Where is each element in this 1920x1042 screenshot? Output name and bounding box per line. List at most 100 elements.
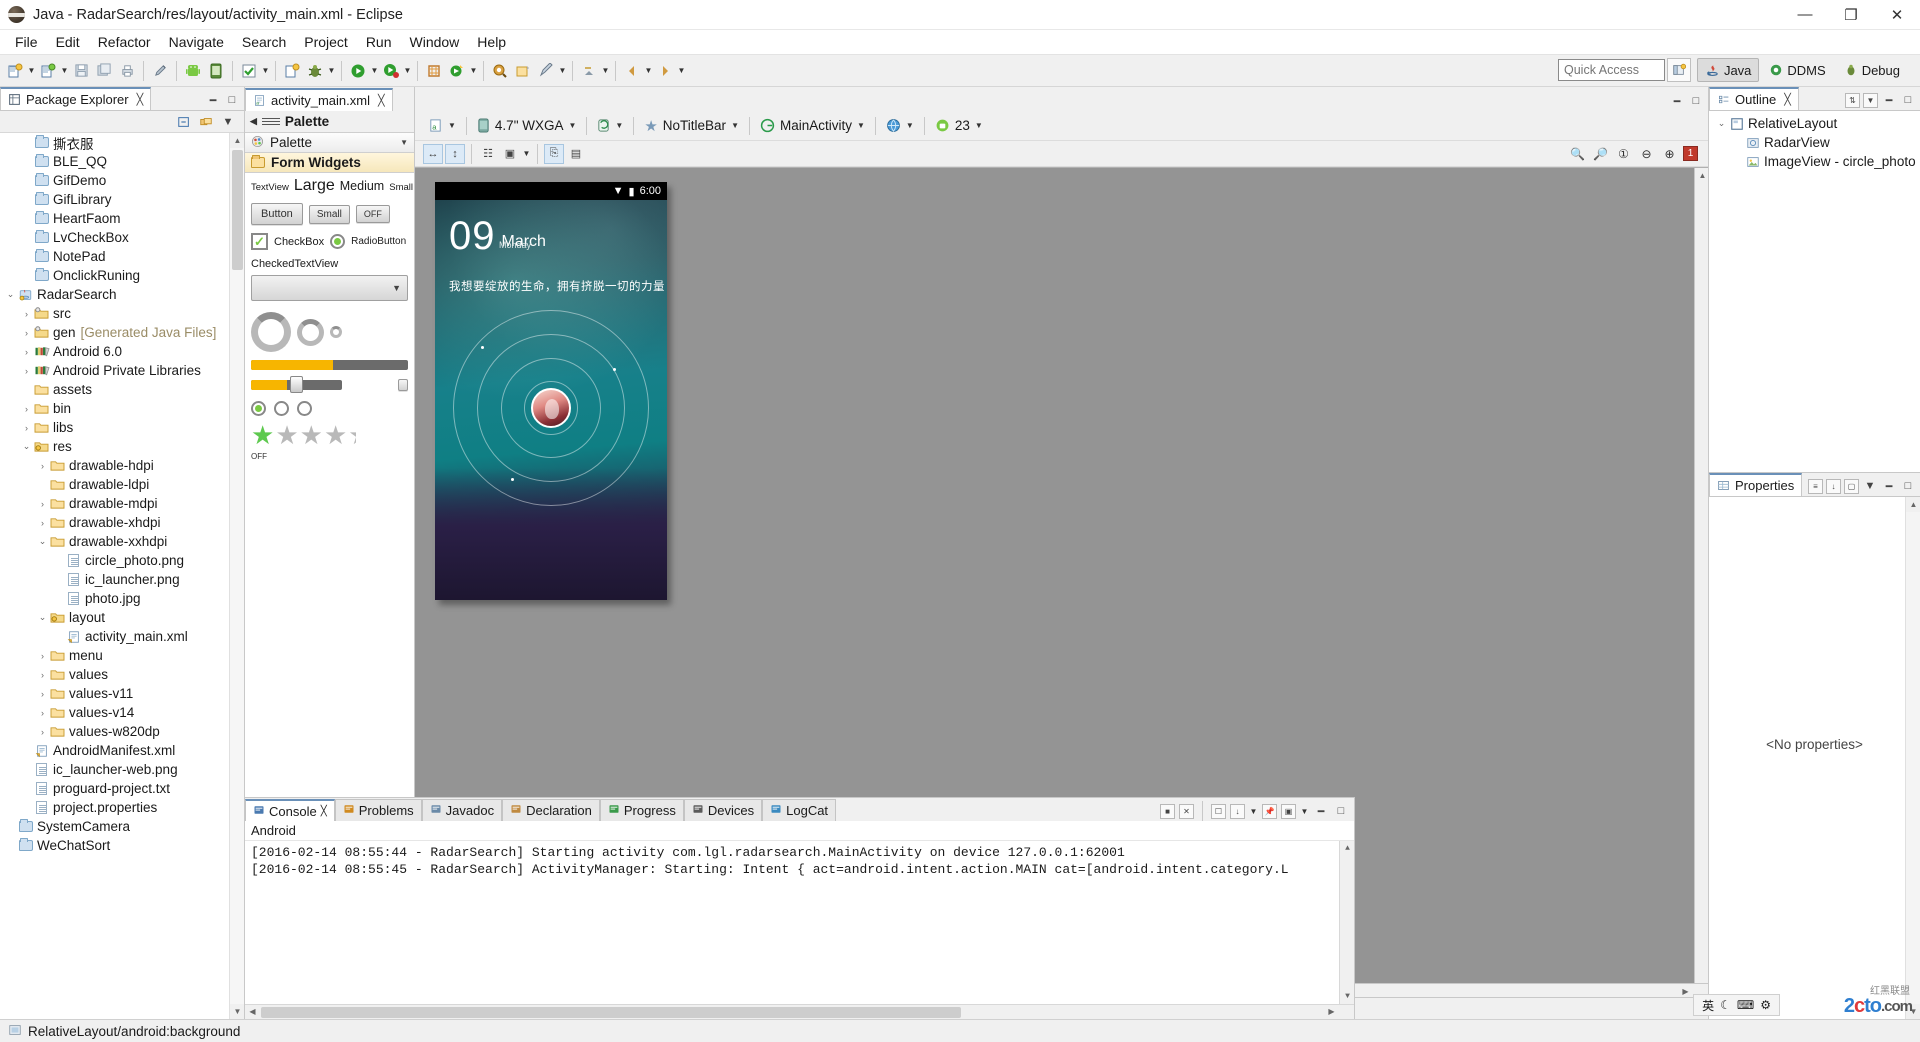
sort-icon[interactable]: ⇅ — [1845, 93, 1860, 108]
chevron-down-icon[interactable]: ▼ — [975, 121, 983, 130]
zoom-reduce-icon[interactable]: ⊖ — [1637, 144, 1656, 163]
view-menu-icon[interactable]: ▼ — [220, 114, 236, 130]
expand-arrow-closed-icon[interactable]: › — [20, 366, 33, 376]
tree-item-giflibrary[interactable]: GifLibrary — [0, 190, 244, 209]
maximize-icon[interactable]: □ — [224, 92, 240, 108]
avd-manager-icon[interactable] — [205, 60, 227, 82]
editor-minimize-icon[interactable]: ━ — [1669, 93, 1685, 109]
phone-preview[interactable]: ▼ ▮ 6:00 09 March Monday 我 — [435, 182, 667, 600]
outline-item-radarview[interactable]: RadarView — [1709, 133, 1920, 152]
expand-arrow-closed-icon[interactable]: › — [20, 347, 33, 357]
config-locale[interactable]: ▼ — [879, 114, 921, 138]
tree-item-values-v11[interactable]: ›values-v11 — [0, 684, 244, 703]
config-activity[interactable]: MainActivity ▼ — [753, 114, 872, 138]
widget-toggle-button[interactable]: OFF — [356, 205, 390, 223]
zoom-fit-icon[interactable]: 🔎 — [1591, 144, 1610, 163]
outline-minimize-icon[interactable]: ━ — [1881, 92, 1897, 108]
debug-icon[interactable] — [304, 60, 326, 82]
progressbar-large-icon[interactable] — [251, 312, 291, 352]
search-ref-dropdown[interactable]: ▼ — [558, 61, 567, 81]
console-minimize-icon[interactable]: ━ — [1313, 803, 1329, 819]
radiobutton-icon[interactable] — [330, 234, 345, 249]
chevron-down-icon[interactable]: ▼ — [568, 121, 576, 130]
console-tab-devices[interactable]: Devices — [684, 799, 762, 821]
properties-content[interactable]: <No properties> ▲ ▼ — [1709, 497, 1920, 1019]
canvas-vertical-scrollbar[interactable]: ▲ ▼ — [1694, 168, 1708, 997]
console-tab-progress[interactable]: Progress — [600, 799, 684, 821]
config-theme[interactable]: ★ NoTitleBar ▼ — [637, 114, 746, 138]
tree-item-systemcamera[interactable]: SystemCamera — [0, 817, 244, 836]
expand-arrow-closed-icon[interactable]: › — [20, 404, 33, 414]
tree-item-ic-launcher-png[interactable]: ic_launcher.png — [0, 570, 244, 589]
tree-item-heartfaom[interactable]: HeartFaom — [0, 209, 244, 228]
error-count-badge[interactable]: 1 — [1683, 146, 1698, 161]
scroll-left-arrow[interactable]: ◀ — [245, 1005, 260, 1019]
radio-off-icon-1[interactable] — [274, 401, 289, 416]
widget-spinner[interactable]: ▼ — [251, 275, 408, 301]
tree-item--[interactable]: 撕衣服 — [0, 133, 244, 152]
tree-item-ble-qq[interactable]: BLE_QQ — [0, 152, 244, 171]
scroll-right-arrow[interactable]: ▶ — [1324, 1005, 1339, 1019]
palette-drag-handle[interactable] — [262, 118, 280, 125]
show-all-icon[interactable]: ≡ — [1808, 479, 1823, 494]
remove-launch-icon[interactable]: ✕ — [1179, 804, 1194, 819]
chevron-down-icon[interactable]: ▼ — [400, 138, 408, 147]
tab-activity-main-xml[interactable]: a activity_main.xml ╳ — [245, 88, 393, 111]
zoom-enlarge-icon[interactable]: ⊕ — [1660, 144, 1679, 163]
tree-item-assets[interactable]: assets — [0, 380, 244, 399]
minimize-button[interactable]: — — [1782, 0, 1828, 30]
next-annotation-dropdown[interactable]: ▼ — [601, 61, 610, 81]
ime-indicator[interactable]: 英 ☾ ⌨ ⚙ — [1693, 994, 1780, 1016]
properties-maximize-icon[interactable]: □ — [1900, 478, 1916, 494]
menu-help[interactable]: Help — [468, 32, 515, 52]
expand-arrow-closed-icon[interactable]: › — [36, 499, 49, 509]
tree-item-onclickruning[interactable]: OnclickRuning — [0, 266, 244, 285]
print-icon[interactable] — [116, 60, 138, 82]
perspective-debug[interactable]: Debug — [1836, 58, 1908, 82]
quick-access-input[interactable] — [1558, 59, 1665, 81]
widget-button-small[interactable]: Small — [309, 205, 350, 224]
menu-file[interactable]: File — [6, 32, 47, 52]
chevron-down-icon[interactable]: ▼ — [731, 121, 739, 130]
expand-arrow-closed-icon[interactable]: › — [36, 670, 49, 680]
terminate-icon[interactable]: ■ — [1160, 804, 1175, 819]
progressbar-small-icon[interactable] — [330, 326, 342, 338]
baseline-icon[interactable]: ▤ — [566, 144, 586, 164]
progressbar-normal-icon[interactable] — [297, 319, 324, 346]
console-dropdown-1[interactable]: ▼ — [1249, 801, 1258, 821]
tree-item-wechatsort[interactable]: WeChatSort — [0, 836, 244, 855]
scroll-up-arrow[interactable]: ▲ — [230, 133, 244, 148]
console-tab-javadoc[interactable]: Javadoc — [422, 799, 502, 821]
expand-arrow-closed-icon[interactable]: › — [36, 651, 49, 661]
properties-minimize-icon[interactable]: ━ — [1881, 478, 1897, 494]
run-icon[interactable] — [347, 60, 369, 82]
widget-textview[interactable]: TextView — [251, 182, 289, 193]
external-tools-icon[interactable] — [446, 60, 468, 82]
layout-actions-dropdown[interactable]: ▼ — [522, 144, 531, 164]
new-android-dropdown[interactable]: ▼ — [60, 61, 69, 81]
tree-item-libs[interactable]: ›libs — [0, 418, 244, 437]
display-console-icon[interactable]: ▣ — [1281, 804, 1296, 819]
new-wizard-icon[interactable] — [4, 60, 26, 82]
sort-alpha-icon[interactable]: ↓ — [1826, 479, 1841, 494]
maximize-button[interactable]: ❐ — [1828, 0, 1874, 30]
tree-item-values-v14[interactable]: ›values-v14 — [0, 703, 244, 722]
menu-edit[interactable]: Edit — [47, 32, 89, 52]
scroll-down-arrow[interactable]: ▼ — [1340, 989, 1354, 1004]
tab-outline[interactable]: Outline ╳ — [1709, 87, 1799, 110]
collapse-all-icon[interactable] — [176, 114, 192, 130]
radio-off-icon-2[interactable] — [297, 401, 312, 416]
console-tab-logcat[interactable]: LogCat — [762, 799, 836, 821]
tree-item-project-properties[interactable]: project.properties — [0, 798, 244, 817]
back-dropdown[interactable]: ▼ — [644, 61, 653, 81]
editor-maximize-icon[interactable]: □ — [1688, 93, 1704, 109]
keyboard-icon[interactable]: ⌨ — [1737, 998, 1754, 1012]
outline-mode-icon[interactable]: ⎘ — [544, 144, 564, 164]
tree-item-gen[interactable]: ›gen[Generated Java Files] — [0, 323, 244, 342]
next-annotation-icon[interactable] — [578, 60, 600, 82]
expand-arrow-closed-icon[interactable]: › — [20, 423, 33, 433]
tree-item-photo-jpg[interactable]: photo.jpg — [0, 589, 244, 608]
ime-settings-icon[interactable]: ⚙ — [1760, 998, 1771, 1012]
tree-item-drawable-xxhdpi[interactable]: ⌄drawable-xxhdpi — [0, 532, 244, 551]
close-icon[interactable]: ╳ — [137, 93, 144, 106]
